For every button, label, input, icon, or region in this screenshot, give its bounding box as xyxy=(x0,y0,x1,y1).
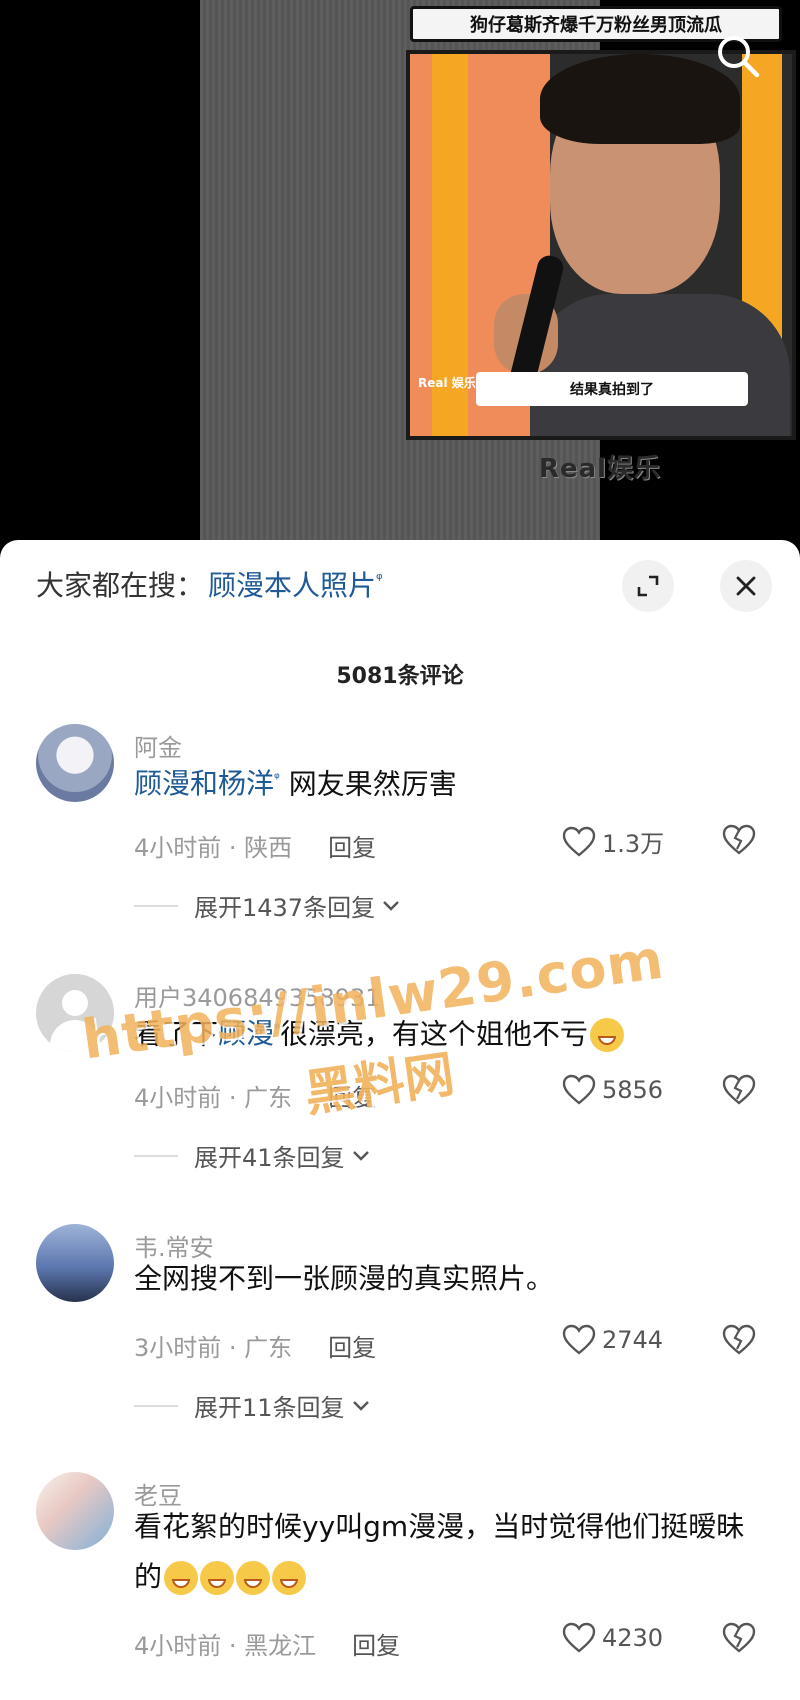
grin-emoji-icon xyxy=(236,1561,271,1595)
expand-icon xyxy=(637,575,659,597)
avatar[interactable] xyxy=(36,1224,114,1302)
comment-time-location: 3小时前 · 广东 xyxy=(134,1334,293,1362)
expand-replies-label: 展开1437条回复 xyxy=(194,894,376,922)
trending-query-link[interactable]: 顾漫本人照片ᵠ xyxy=(208,564,383,604)
dislike-button[interactable] xyxy=(722,1324,756,1360)
chevron-down-icon xyxy=(383,900,399,911)
divider xyxy=(134,1154,178,1157)
search-button[interactable] xyxy=(710,28,766,84)
comment-time-location: 4小时前 · 广东 xyxy=(134,1084,293,1112)
comment-text: 全网搜不到一张顾漫的真实照片。 xyxy=(134,1262,555,1295)
video-player[interactable]: 狗仔葛斯齐爆千万粉丝男顶流瓜 Real 娱乐 结果真拍到了 Real娱乐 xyxy=(0,0,800,540)
avatar[interactable] xyxy=(36,724,114,802)
like-count: 1.3万 xyxy=(602,830,665,858)
like-button[interactable]: 2744 xyxy=(562,1324,663,1356)
search-mini-icon: ᵠ xyxy=(376,569,383,589)
chevron-down-icon xyxy=(352,1400,369,1411)
dislike-button[interactable] xyxy=(722,1074,756,1110)
like-count: 5856 xyxy=(602,1076,664,1104)
grin-emoji-icon xyxy=(272,1561,307,1595)
heart-icon xyxy=(562,826,596,857)
video-photo: Real 娱乐 结果真拍到了 xyxy=(406,50,796,440)
reply-button[interactable]: 回复 xyxy=(352,1626,400,1661)
comment-time-location: 4小时前 · 陕西 xyxy=(134,834,293,862)
grin-emoji-icon xyxy=(200,1561,235,1595)
dislike-button[interactable] xyxy=(722,824,756,860)
chevron-down-icon xyxy=(352,1150,369,1161)
video-subtitle: 结果真拍到了 xyxy=(476,372,748,406)
comment-text: 顾漫和杨洋ᵠ 网友果然厉害 xyxy=(134,754,754,809)
like-count: 4230 xyxy=(602,1624,664,1652)
expand-replies-label: 展开41条回复 xyxy=(194,1144,345,1172)
comment-text: 看花絮的时候yy叫gm漫漫，当时觉得他们挺暧昧的 xyxy=(134,1502,764,1602)
comment-sheet: 大家都在搜： 顾漫本人照片ᵠ 5081条评论 阿金 顾漫和杨洋ᵠ 网友果然厉害 … xyxy=(0,540,800,1700)
grin-emoji-icon xyxy=(164,1561,199,1595)
expand-replies-button[interactable]: 展开11条回复 xyxy=(134,1388,371,1423)
like-button[interactable]: 4230 xyxy=(562,1622,663,1654)
expand-replies-label: 展开11条回复 xyxy=(194,1394,345,1422)
like-button[interactable]: 1.3万 xyxy=(562,824,664,859)
comment-count: 5081条评论 xyxy=(336,664,464,689)
broken-heart-icon xyxy=(722,1074,756,1105)
reply-button[interactable]: 回复 xyxy=(328,1328,376,1363)
comment-link-text: 顾漫和杨洋 xyxy=(134,767,275,801)
close-button[interactable] xyxy=(720,560,772,612)
video-logo: Real 娱乐 xyxy=(418,376,476,390)
video-watermark: Real娱乐 xyxy=(538,454,662,484)
heart-icon xyxy=(562,1324,596,1355)
trending-search: 大家都在搜： 顾漫本人照片ᵠ xyxy=(36,564,383,604)
search-icon xyxy=(718,36,760,78)
expand-button[interactable] xyxy=(622,560,674,612)
comment-meta: 3小时前 · 广东 回复 xyxy=(134,1328,376,1363)
like-count: 2744 xyxy=(602,1326,664,1354)
comment-meta: 4小时前 · 黑龙江 回复 xyxy=(134,1626,400,1661)
expand-replies-button[interactable]: 展开41条回复 xyxy=(134,1138,371,1173)
dislike-button[interactable] xyxy=(722,1622,756,1658)
comment-text-rest: 网友果然厉害 xyxy=(279,767,457,801)
comment-meta: 4小时前 · 陕西 回复 xyxy=(134,828,376,863)
avatar[interactable] xyxy=(36,1472,114,1550)
trending-prefix: 大家都在搜： xyxy=(36,569,205,602)
broken-heart-icon xyxy=(722,824,756,855)
grin-emoji-icon xyxy=(589,1018,624,1053)
heart-icon xyxy=(562,1622,596,1653)
heart-icon xyxy=(562,1074,596,1105)
divider xyxy=(134,1404,178,1407)
video-frame: 狗仔葛斯齐爆千万粉丝男顶流瓜 Real 娱乐 结果真拍到了 Real娱乐 xyxy=(200,0,796,540)
comment-time-location: 4小时前 · 黑龙江 xyxy=(134,1632,317,1660)
trending-query-text: 顾漫本人照片 xyxy=(208,569,377,602)
like-button[interactable]: 5856 xyxy=(562,1074,663,1106)
close-icon xyxy=(736,576,756,596)
divider xyxy=(134,904,178,907)
comment-search-link[interactable]: 顾漫和杨洋ᵠ xyxy=(134,767,280,800)
broken-heart-icon xyxy=(722,1324,756,1355)
expand-replies-button[interactable]: 展开1437条回复 xyxy=(134,888,401,923)
broken-heart-icon xyxy=(722,1622,756,1653)
reply-button[interactable]: 回复 xyxy=(328,828,376,863)
